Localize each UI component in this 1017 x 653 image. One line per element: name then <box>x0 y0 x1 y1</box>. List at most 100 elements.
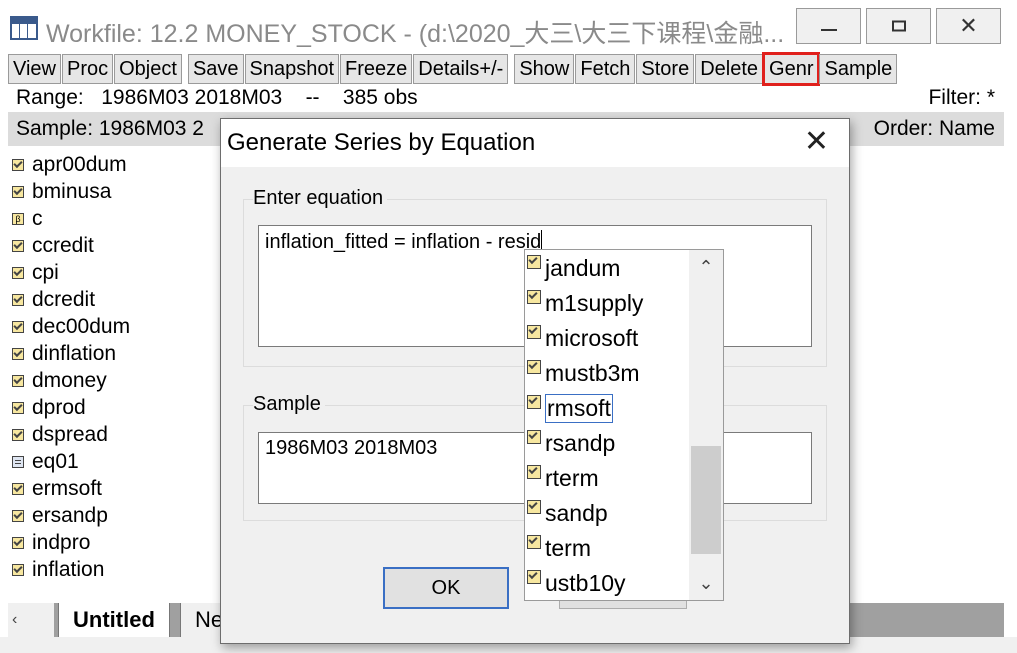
series-icon <box>12 294 24 306</box>
scroll-down-icon[interactable]: ⌄ <box>689 566 723 600</box>
snapshot-button[interactable]: Snapshot <box>244 54 340 84</box>
series-icon <box>527 325 541 339</box>
series-icon <box>527 430 541 444</box>
genr-button[interactable]: Genr <box>761 52 821 86</box>
list-item[interactable]: dcredit <box>12 287 95 313</box>
autocomplete-popup: jandum m1supply microsoft mustb3m rmsoft… <box>524 249 724 601</box>
autocomplete-item[interactable]: ustb10y <box>527 566 689 600</box>
object-name: apr00dum <box>32 153 127 176</box>
series-icon <box>12 537 24 549</box>
autocomplete-item-selected[interactable]: rmsoft <box>527 391 689 425</box>
series-icon <box>527 570 541 584</box>
obs-count: 385 obs <box>342 86 418 109</box>
store-button[interactable]: Store <box>636 54 695 84</box>
item-label: rsandp <box>545 429 616 456</box>
series-icon <box>12 429 24 441</box>
object-name: dmoney <box>32 369 107 392</box>
item-label: m1supply <box>545 289 644 316</box>
range-value: 1986M03 2018M03 <box>101 86 283 109</box>
dialog-close-icon[interactable]: ✕ <box>804 127 829 157</box>
workfile-app-icon <box>10 16 38 40</box>
object-name: dspread <box>32 423 108 446</box>
minimize-button[interactable] <box>796 8 861 44</box>
autocomplete-item[interactable]: rterm <box>527 461 689 495</box>
list-item[interactable]: inflation <box>12 557 104 583</box>
item-label: jandum <box>545 254 621 281</box>
list-item[interactable]: cpi <box>12 260 59 286</box>
autocomplete-item[interactable]: sandp <box>527 496 689 530</box>
autocomplete-item[interactable]: jandum <box>527 251 689 285</box>
popup-scrollbar[interactable]: ⌃ ⌄ <box>689 250 723 600</box>
autocomplete-item[interactable]: m1supply <box>527 286 689 320</box>
object-name: dec00dum <box>32 315 131 338</box>
series-icon <box>12 240 24 252</box>
scroll-up-icon[interactable]: ⌃ <box>689 250 723 284</box>
sample-button[interactable]: Sample <box>819 54 898 84</box>
scroll-thumb[interactable] <box>691 446 721 554</box>
list-item[interactable]: dinflation <box>12 341 116 367</box>
series-icon <box>12 510 24 522</box>
freeze-button[interactable]: Freeze <box>340 54 413 84</box>
series-icon <box>12 267 24 279</box>
window-title: Workfile: 12.2 MONEY_STOCK - (d:\2020_大三… <box>46 20 785 48</box>
close-icon: ✕ <box>959 13 978 38</box>
list-item[interactable]: dmoney <box>12 368 107 394</box>
autocomplete-item[interactable]: rsandp <box>527 426 689 460</box>
autocomplete-item[interactable]: mustb3m <box>527 356 689 390</box>
list-item[interactable]: ccredit <box>12 233 94 259</box>
series-icon <box>12 321 24 333</box>
maximize-button[interactable] <box>866 8 931 44</box>
list-item[interactable]: eq01 <box>12 449 79 475</box>
series-icon <box>12 159 24 171</box>
series-icon <box>527 465 541 479</box>
dialog-title: Generate Series by Equation <box>227 129 536 156</box>
list-item[interactable]: βc <box>12 206 43 232</box>
list-item[interactable]: indpro <box>12 530 90 556</box>
object-button[interactable]: Object <box>114 54 182 84</box>
item-label: ustb10y <box>545 569 626 596</box>
item-label: rmsoft <box>545 393 613 423</box>
proc-button[interactable]: Proc <box>62 54 114 84</box>
object-name: ermsoft <box>32 477 103 500</box>
series-icon <box>527 535 541 549</box>
view-button[interactable]: View <box>8 54 61 84</box>
list-item[interactable]: dec00dum <box>12 314 130 340</box>
object-name: cpi <box>32 261 59 284</box>
equation-label: Enter equation <box>253 187 388 210</box>
list-item[interactable]: apr00dum <box>12 152 127 178</box>
workfile-toolbar: View Proc Object Save Snapshot Freeze De… <box>8 52 898 86</box>
filter-info[interactable]: Filter: * <box>928 86 995 110</box>
range-separator: -- <box>305 86 320 109</box>
show-button[interactable]: Show <box>514 54 575 84</box>
item-label: term <box>545 534 591 561</box>
list-item[interactable]: dprod <box>12 395 86 421</box>
autocomplete-item[interactable]: term <box>527 531 689 565</box>
minimize-icon <box>820 29 837 31</box>
object-name: dinflation <box>32 342 117 365</box>
object-name: c <box>32 207 43 230</box>
tab-untitled[interactable]: Untitled <box>58 603 170 637</box>
list-item[interactable]: ermsoft <box>12 476 102 502</box>
tab-scroll-arrows[interactable]: ‹ › <box>8 603 54 653</box>
object-name: bminusa <box>32 180 112 203</box>
delete-button[interactable]: Delete <box>695 54 764 84</box>
save-button[interactable]: Save <box>187 54 244 84</box>
object-name: inflation <box>32 558 105 581</box>
details-button[interactable]: Details+/- <box>413 54 509 84</box>
range-info[interactable]: Range: 1986M03 2018M03 -- 385 obs <box>16 86 418 110</box>
sample-info[interactable]: Sample: 1986M03 2 <box>16 117 204 141</box>
object-name: ersandp <box>32 504 108 527</box>
fetch-button[interactable]: Fetch <box>575 54 636 84</box>
window-close-button[interactable]: ✕ <box>936 8 1001 44</box>
order-info[interactable]: Order: Name <box>874 117 995 141</box>
series-icon <box>12 564 24 576</box>
series-icon <box>12 375 24 387</box>
list-item[interactable]: dspread <box>12 422 108 448</box>
equation-icon <box>12 456 24 468</box>
object-name: ccredit <box>32 234 94 257</box>
autocomplete-item[interactable]: microsoft <box>527 321 689 355</box>
ok-button[interactable]: OK <box>383 567 509 609</box>
list-item[interactable]: ersandp <box>12 503 108 529</box>
item-label: rterm <box>545 464 599 491</box>
list-item[interactable]: bminusa <box>12 179 111 205</box>
